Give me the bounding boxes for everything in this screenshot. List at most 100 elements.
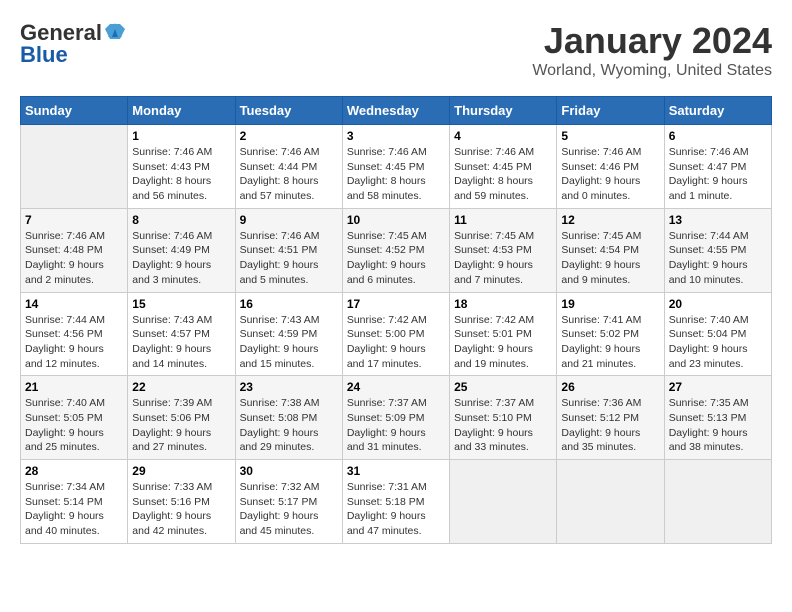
header-day-friday: Friday bbox=[557, 97, 664, 125]
calendar-cell: 2 Sunrise: 7:46 AM Sunset: 4:44 PM Daylig… bbox=[235, 125, 342, 209]
calendar-table: SundayMondayTuesdayWednesdayThursdayFrid… bbox=[20, 96, 772, 544]
day-info: Sunrise: 7:46 AM Sunset: 4:45 PM Dayligh… bbox=[347, 145, 445, 204]
calendar-cell: 3 Sunrise: 7:46 AM Sunset: 4:45 PM Daylig… bbox=[342, 125, 449, 209]
calendar-cell: 22 Sunrise: 7:39 AM Sunset: 5:06 PM Dayli… bbox=[128, 376, 235, 460]
header-day-sunday: Sunday bbox=[21, 97, 128, 125]
day-number: 28 bbox=[25, 464, 123, 478]
day-info: Sunrise: 7:42 AM Sunset: 5:01 PM Dayligh… bbox=[454, 313, 552, 372]
calendar-cell: 16 Sunrise: 7:43 AM Sunset: 4:59 PM Dayli… bbox=[235, 292, 342, 376]
calendar-cell: 18Sunrise: 7:42 AM Sunset: 5:01 PM Dayli… bbox=[450, 292, 557, 376]
logo-icon bbox=[104, 21, 126, 43]
day-info: Sunrise: 7:46 AM Sunset: 4:46 PM Dayligh… bbox=[561, 145, 659, 204]
day-info: Sunrise: 7:46 AM Sunset: 4:49 PM Dayligh… bbox=[132, 229, 230, 288]
day-number: 30 bbox=[240, 464, 338, 478]
calendar-row-1: 1 Sunrise: 7:46 AM Sunset: 4:43 PM Daylig… bbox=[21, 125, 772, 209]
page-subtitle: Worland, Wyoming, United States bbox=[532, 62, 772, 80]
calendar-cell: 19Sunrise: 7:41 AM Sunset: 5:02 PM Dayli… bbox=[557, 292, 664, 376]
day-info: Sunrise: 7:44 AM Sunset: 4:56 PM Dayligh… bbox=[25, 313, 123, 372]
day-info: Sunrise: 7:46 AM Sunset: 4:45 PM Dayligh… bbox=[454, 145, 552, 204]
calendar-cell: 27 Sunrise: 7:35 AM Sunset: 5:13 PM Dayli… bbox=[664, 376, 771, 460]
calendar-cell bbox=[557, 460, 664, 544]
day-info: Sunrise: 7:45 AM Sunset: 4:52 PM Dayligh… bbox=[347, 229, 445, 288]
calendar-cell: 20 Sunrise: 7:40 AM Sunset: 5:04 PM Dayli… bbox=[664, 292, 771, 376]
header-day-tuesday: Tuesday bbox=[235, 97, 342, 125]
calendar-cell: 28Sunrise: 7:34 AM Sunset: 5:14 PM Dayli… bbox=[21, 460, 128, 544]
day-info: Sunrise: 7:32 AM Sunset: 5:17 PM Dayligh… bbox=[240, 480, 338, 539]
calendar-cell bbox=[450, 460, 557, 544]
calendar-cell: 8Sunrise: 7:46 AM Sunset: 4:49 PM Daylig… bbox=[128, 208, 235, 292]
day-info: Sunrise: 7:43 AM Sunset: 4:57 PM Dayligh… bbox=[132, 313, 230, 372]
day-number: 5 bbox=[561, 129, 659, 143]
calendar-row-4: 21 Sunrise: 7:40 AM Sunset: 5:05 PM Dayli… bbox=[21, 376, 772, 460]
calendar-cell bbox=[664, 460, 771, 544]
day-number: 24 bbox=[347, 380, 445, 394]
calendar-cell: 12Sunrise: 7:45 AM Sunset: 4:54 PM Dayli… bbox=[557, 208, 664, 292]
day-info: Sunrise: 7:46 AM Sunset: 4:44 PM Dayligh… bbox=[240, 145, 338, 204]
calendar-cell bbox=[21, 125, 128, 209]
calendar-cell: 4 Sunrise: 7:46 AM Sunset: 4:45 PM Daylig… bbox=[450, 125, 557, 209]
calendar-cell: 10 Sunrise: 7:45 AM Sunset: 4:52 PM Dayli… bbox=[342, 208, 449, 292]
day-info: Sunrise: 7:40 AM Sunset: 5:05 PM Dayligh… bbox=[25, 396, 123, 455]
calendar-row-2: 7Sunrise: 7:46 AM Sunset: 4:48 PM Daylig… bbox=[21, 208, 772, 292]
day-number: 19 bbox=[561, 297, 659, 311]
day-number: 10 bbox=[347, 213, 445, 227]
day-number: 14 bbox=[25, 297, 123, 311]
day-number: 1 bbox=[132, 129, 230, 143]
day-info: Sunrise: 7:31 AM Sunset: 5:18 PM Dayligh… bbox=[347, 480, 445, 539]
day-number: 29 bbox=[132, 464, 230, 478]
calendar-row-5: 28Sunrise: 7:34 AM Sunset: 5:14 PM Dayli… bbox=[21, 460, 772, 544]
calendar-cell: 31 Sunrise: 7:31 AM Sunset: 5:18 PM Dayli… bbox=[342, 460, 449, 544]
day-number: 7 bbox=[25, 213, 123, 227]
day-number: 4 bbox=[454, 129, 552, 143]
day-number: 3 bbox=[347, 129, 445, 143]
day-info: Sunrise: 7:46 AM Sunset: 4:43 PM Dayligh… bbox=[132, 145, 230, 204]
title-section: January 2024 Worland, Wyoming, United St… bbox=[532, 20, 772, 80]
calendar-cell: 29Sunrise: 7:33 AM Sunset: 5:16 PM Dayli… bbox=[128, 460, 235, 544]
day-number: 16 bbox=[240, 297, 338, 311]
day-number: 23 bbox=[240, 380, 338, 394]
day-number: 25 bbox=[454, 380, 552, 394]
calendar-header: SundayMondayTuesdayWednesdayThursdayFrid… bbox=[21, 97, 772, 125]
calendar-cell: 15 Sunrise: 7:43 AM Sunset: 4:57 PM Dayli… bbox=[128, 292, 235, 376]
day-number: 22 bbox=[132, 380, 230, 394]
day-info: Sunrise: 7:39 AM Sunset: 5:06 PM Dayligh… bbox=[132, 396, 230, 455]
day-number: 17 bbox=[347, 297, 445, 311]
header-day-wednesday: Wednesday bbox=[342, 97, 449, 125]
day-number: 27 bbox=[669, 380, 767, 394]
calendar-cell: 14 Sunrise: 7:44 AM Sunset: 4:56 PM Dayli… bbox=[21, 292, 128, 376]
day-number: 26 bbox=[561, 380, 659, 394]
day-info: Sunrise: 7:35 AM Sunset: 5:13 PM Dayligh… bbox=[669, 396, 767, 455]
calendar-cell: 1 Sunrise: 7:46 AM Sunset: 4:43 PM Daylig… bbox=[128, 125, 235, 209]
header-row: SundayMondayTuesdayWednesdayThursdayFrid… bbox=[21, 97, 772, 125]
calendar-cell: 24 Sunrise: 7:37 AM Sunset: 5:09 PM Dayli… bbox=[342, 376, 449, 460]
calendar-cell: 21 Sunrise: 7:40 AM Sunset: 5:05 PM Dayli… bbox=[21, 376, 128, 460]
day-number: 6 bbox=[669, 129, 767, 143]
day-info: Sunrise: 7:36 AM Sunset: 5:12 PM Dayligh… bbox=[561, 396, 659, 455]
calendar-cell: 17Sunrise: 7:42 AM Sunset: 5:00 PM Dayli… bbox=[342, 292, 449, 376]
calendar-cell: 13 Sunrise: 7:44 AM Sunset: 4:55 PM Dayli… bbox=[664, 208, 771, 292]
calendar-cell: 6 Sunrise: 7:46 AM Sunset: 4:47 PM Daylig… bbox=[664, 125, 771, 209]
day-number: 21 bbox=[25, 380, 123, 394]
day-info: Sunrise: 7:45 AM Sunset: 4:53 PM Dayligh… bbox=[454, 229, 552, 288]
day-info: Sunrise: 7:40 AM Sunset: 5:04 PM Dayligh… bbox=[669, 313, 767, 372]
calendar-cell: 26 Sunrise: 7:36 AM Sunset: 5:12 PM Dayli… bbox=[557, 376, 664, 460]
day-number: 2 bbox=[240, 129, 338, 143]
calendar-cell: 5 Sunrise: 7:46 AM Sunset: 4:46 PM Daylig… bbox=[557, 125, 664, 209]
page-title: January 2024 bbox=[532, 20, 772, 62]
day-number: 15 bbox=[132, 297, 230, 311]
calendar-cell: 30 Sunrise: 7:32 AM Sunset: 5:17 PM Dayli… bbox=[235, 460, 342, 544]
day-number: 31 bbox=[347, 464, 445, 478]
calendar-row-3: 14 Sunrise: 7:44 AM Sunset: 4:56 PM Dayli… bbox=[21, 292, 772, 376]
day-number: 13 bbox=[669, 213, 767, 227]
day-info: Sunrise: 7:44 AM Sunset: 4:55 PM Dayligh… bbox=[669, 229, 767, 288]
header-day-saturday: Saturday bbox=[664, 97, 771, 125]
page-header: General Blue January 2024 Worland, Wyomi… bbox=[20, 20, 772, 80]
day-number: 9 bbox=[240, 213, 338, 227]
day-info: Sunrise: 7:37 AM Sunset: 5:09 PM Dayligh… bbox=[347, 396, 445, 455]
day-info: Sunrise: 7:46 AM Sunset: 4:47 PM Dayligh… bbox=[669, 145, 767, 204]
day-number: 20 bbox=[669, 297, 767, 311]
header-day-monday: Monday bbox=[128, 97, 235, 125]
calendar-body: 1 Sunrise: 7:46 AM Sunset: 4:43 PM Daylig… bbox=[21, 125, 772, 544]
day-info: Sunrise: 7:43 AM Sunset: 4:59 PM Dayligh… bbox=[240, 313, 338, 372]
calendar-cell: 9Sunrise: 7:46 AM Sunset: 4:51 PM Daylig… bbox=[235, 208, 342, 292]
